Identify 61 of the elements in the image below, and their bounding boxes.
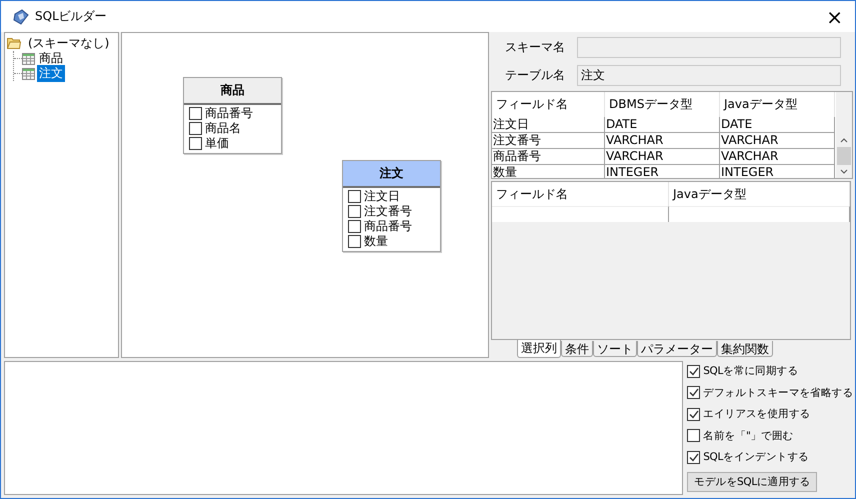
table-cell: DATE	[605, 117, 720, 133]
table-node-header[interactable]: 注文	[343, 161, 440, 188]
tree-item[interactable]: (スキーマなし)	[26, 34, 112, 52]
tab[interactable]: パラメーター	[637, 341, 717, 357]
scroll-down-icon[interactable]	[840, 169, 848, 174]
app-icon	[13, 8, 29, 24]
option-label: SQLをインデントする	[703, 450, 809, 464]
scroll-thumb[interactable]	[837, 147, 851, 165]
checkbox[interactable]	[189, 122, 202, 135]
table-cell: VARCHAR	[605, 149, 720, 165]
option-label: SQLを常に同期する	[703, 364, 798, 378]
field-label: 数量	[364, 233, 388, 250]
tree-item[interactable]: 注文	[37, 65, 65, 82]
apply-button[interactable]: モデルをSQLに適用する	[687, 472, 818, 492]
option-label: 名前を「"」で囲む	[703, 428, 794, 442]
column-header[interactable]: Javaデータ型	[669, 182, 850, 206]
tab[interactable]: 選択列	[517, 340, 561, 358]
field-label: 注文番号	[364, 203, 412, 220]
table-node[interactable]: 商品 商品番号 商品名 単価	[183, 77, 282, 154]
checkbox[interactable]	[687, 386, 700, 399]
folder-icon[interactable]	[7, 37, 21, 49]
option-label: エイリアスを使用する	[703, 407, 810, 421]
table-cell: 商品番号	[492, 149, 605, 165]
checkbox[interactable]	[348, 235, 361, 248]
table-name-label: テーブル名	[505, 66, 566, 84]
column-header[interactable]: フィールド名	[492, 182, 669, 206]
field-label: 商品番号	[205, 105, 253, 122]
table-name-field[interactable]: 注文	[577, 64, 841, 86]
checkbox[interactable]	[189, 107, 202, 120]
table-node-header[interactable]: 商品	[184, 78, 281, 105]
table-cell: 注文日	[492, 117, 605, 133]
option-label: デフォルトスキーマを省略する	[703, 386, 853, 400]
checkbox[interactable]	[687, 408, 700, 420]
tab[interactable]: ソート	[593, 341, 637, 357]
table-cell: VARCHAR	[605, 133, 720, 149]
table-cell: VARCHAR	[720, 133, 835, 149]
table-cell: 注文番号	[492, 133, 605, 149]
checkbox[interactable]	[348, 205, 361, 218]
checkbox[interactable]	[189, 137, 202, 150]
tab[interactable]: 条件	[561, 341, 593, 357]
window-title: SQLビルダー	[35, 8, 108, 25]
schema-label: スキーマ名	[505, 38, 566, 56]
column-header[interactable]: Javaデータ型	[720, 92, 835, 117]
checkbox[interactable]	[687, 364, 700, 378]
field-label: 商品番号	[364, 218, 412, 235]
tab[interactable]: 集約関数	[717, 341, 773, 357]
checkbox[interactable]	[687, 450, 700, 464]
field-label: 単価	[205, 135, 229, 152]
scrollbar[interactable]	[836, 92, 852, 178]
checkbox[interactable]	[687, 429, 700, 442]
checkbox[interactable]	[348, 190, 361, 203]
table-cell: DATE	[720, 117, 835, 133]
tree-item[interactable]: 商品	[37, 50, 65, 67]
field-label: 注文日	[364, 188, 400, 205]
table-node[interactable]: 注文 注文日 注文番号 商品番号 数量	[342, 160, 441, 252]
field-label: 商品名	[205, 120, 241, 137]
close-button[interactable]: ×	[822, 4, 847, 28]
scroll-up-icon[interactable]	[840, 138, 848, 143]
checkbox[interactable]	[348, 220, 361, 233]
table-cell: VARCHAR	[720, 149, 835, 165]
schema-field[interactable]	[577, 36, 841, 58]
